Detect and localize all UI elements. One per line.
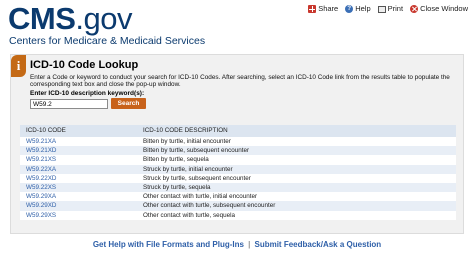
code-link[interactable]: W59.21XA bbox=[20, 137, 137, 147]
print-icon bbox=[377, 5, 386, 13]
page-title: ICD-10 Code Lookup bbox=[30, 59, 139, 71]
table-row: W59.22XA Struck by turtle, initial encou… bbox=[20, 164, 456, 174]
code-description: Struck by turtle, sequela bbox=[137, 183, 456, 193]
column-header-description: ICD-10 CODE DESCRIPTION bbox=[137, 125, 456, 137]
info-icon: i bbox=[11, 55, 26, 77]
search-button[interactable]: Search bbox=[111, 98, 146, 109]
footer-separator: | bbox=[248, 240, 251, 249]
help-icon: ? bbox=[345, 5, 354, 13]
share-label: Share bbox=[318, 4, 339, 13]
code-description: Other contact with turtle, initial encou… bbox=[137, 192, 456, 202]
search-input[interactable] bbox=[30, 99, 108, 109]
instructions-text: Enter a Code or keyword to conduct your … bbox=[30, 74, 450, 89]
share-link[interactable]: Share bbox=[308, 4, 338, 14]
table-row: W59.22XD Struck by turtle, subsequent en… bbox=[20, 173, 456, 184]
table-header-row: ICD-10 CODE ICD-10 CODE DESCRIPTION bbox=[20, 125, 456, 137]
print-label: Print bbox=[387, 4, 404, 13]
close-window-label: Close Window bbox=[420, 4, 468, 13]
close-window-link[interactable]: Close Window bbox=[410, 4, 468, 14]
code-description: Bitten by turtle, subsequent encounter bbox=[137, 146, 456, 156]
code-description: Bitten by turtle, sequela bbox=[137, 155, 456, 165]
logo-dot: . bbox=[75, 1, 84, 36]
submit-feedback-link[interactable]: Submit Feedback/Ask a Question bbox=[254, 240, 381, 249]
code-description: Struck by turtle, subsequent encounter bbox=[137, 173, 456, 184]
table-row: W59.29XA Other contact with turtle, init… bbox=[20, 192, 456, 202]
site-tagline: Centers for Medicare & Medicaid Services bbox=[9, 35, 206, 47]
site-header: CMS.gov Centers for Medicare & Medicaid … bbox=[0, 0, 474, 52]
share-icon bbox=[308, 5, 317, 13]
code-link[interactable]: W59.22XS bbox=[20, 183, 137, 193]
help-label: Help bbox=[355, 4, 371, 13]
logo-main: CMS bbox=[8, 1, 76, 36]
search-field-label: Enter ICD-10 description keyword(s): bbox=[30, 90, 145, 97]
print-link[interactable]: Print bbox=[377, 4, 404, 14]
table-row: W59.21XS Bitten by turtle, sequela bbox=[20, 155, 456, 165]
code-link[interactable]: W59.21XD bbox=[20, 146, 137, 156]
code-link[interactable]: W59.29XA bbox=[20, 192, 137, 202]
help-link[interactable]: ? Help bbox=[345, 4, 371, 14]
code-description: Other contact with turtle, sequela bbox=[137, 210, 456, 220]
code-link[interactable]: W59.21XS bbox=[20, 155, 137, 165]
code-description: Bitten by turtle, initial encounter bbox=[137, 137, 456, 147]
cms-logo[interactable]: CMS.gov bbox=[8, 1, 133, 36]
code-link[interactable]: W59.22XA bbox=[20, 164, 137, 174]
code-description: Struck by turtle, initial encounter bbox=[137, 164, 456, 174]
table-row: W59.21XA Bitten by turtle, initial encou… bbox=[20, 137, 456, 147]
code-link[interactable]: W59.29XD bbox=[20, 201, 137, 211]
results-table: ICD-10 CODE ICD-10 CODE DESCRIPTION W59.… bbox=[20, 125, 456, 220]
logo-gov: gov bbox=[83, 1, 133, 36]
utility-links: Share ? Help Print Close Window bbox=[308, 4, 468, 14]
table-row: W59.29XD Other contact with turtle, subs… bbox=[20, 201, 456, 211]
table-row: W59.22XS Struck by turtle, sequela bbox=[20, 183, 456, 193]
lookup-panel: i ICD-10 Code Lookup Enter a Code or key… bbox=[10, 54, 464, 234]
code-link[interactable]: W59.29XS bbox=[20, 210, 137, 220]
table-row: W59.21XD Bitten by turtle, subsequent en… bbox=[20, 146, 456, 156]
close-icon bbox=[410, 5, 419, 13]
code-description: Other contact with turtle, subsequent en… bbox=[137, 201, 456, 211]
column-header-code: ICD-10 CODE bbox=[20, 125, 137, 137]
footer-links: Get Help with File Formats and Plug-Ins … bbox=[0, 240, 474, 250]
code-link[interactable]: W59.22XD bbox=[20, 173, 137, 184]
file-formats-help-link[interactable]: Get Help with File Formats and Plug-Ins bbox=[93, 240, 244, 249]
table-row: W59.29XS Other contact with turtle, sequ… bbox=[20, 210, 456, 220]
